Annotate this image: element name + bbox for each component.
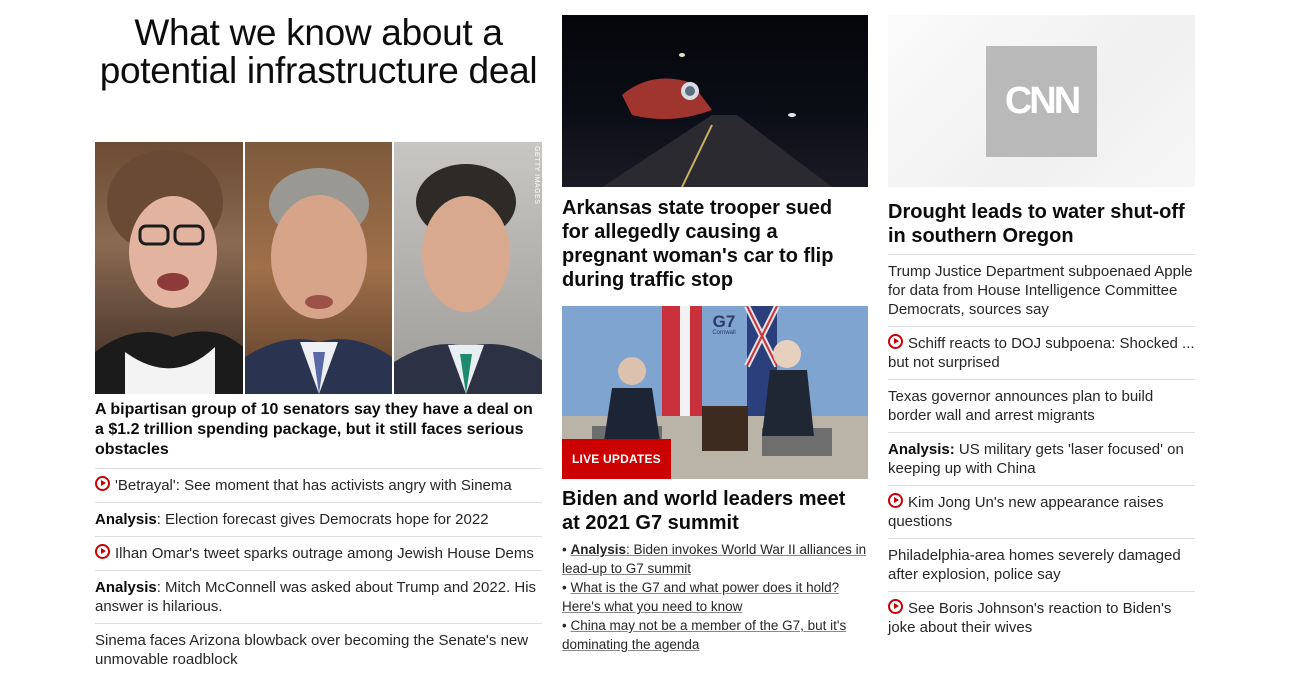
play-icon <box>95 476 110 491</box>
lead-column: What we know about a potential infrastru… <box>95 0 542 668</box>
list-item-text: Sinema faces Arizona blowback over becom… <box>95 632 529 668</box>
related-link[interactable]: China may not be a member of the G7, but… <box>562 618 846 652</box>
list-item-text: See Boris Johnson's reaction to Biden's … <box>888 600 1172 636</box>
analysis-label: Analysis: <box>888 441 955 458</box>
list-item[interactable]: Analysis: Election forecast gives Democr… <box>95 502 542 536</box>
list-item[interactable]: Analysis: Mitch McConnell was asked abou… <box>95 570 542 623</box>
g7-story-headline[interactable]: Biden and world leaders meet at 2021 G7 … <box>562 487 868 535</box>
senator-photo-middle <box>245 142 392 394</box>
g7-sign-sub: Cornwall <box>712 330 736 336</box>
g7-summit-photo[interactable]: G7 Cornwall LIVE UPDATES <box>562 306 868 479</box>
list-item-text: Texas governor announces plan to build b… <box>888 388 1154 424</box>
cnn-logo-text: CNN <box>1004 80 1081 122</box>
cnn-logo-icon: CNN <box>986 46 1097 157</box>
list-item[interactable]: Kim Jong Un's new appearance raises ques… <box>888 485 1195 538</box>
list-item[interactable]: • Analysis: Biden invokes World War II a… <box>562 540 868 578</box>
list-item[interactable]: Trump Justice Department subpoenaed Appl… <box>888 254 1195 326</box>
analysis-label: Analysis <box>95 579 157 596</box>
list-item-text: Ilhan Omar's tweet sparks outrage among … <box>115 545 534 562</box>
play-icon <box>888 599 903 614</box>
lead-headline[interactable]: What we know about a potential infrastru… <box>95 14 542 90</box>
list-item[interactable]: Schiff reacts to DOJ subpoena: Shocked .… <box>888 326 1195 379</box>
image-credit: GETTY IMAGES <box>533 146 540 205</box>
live-updates-badge[interactable]: LIVE UPDATES <box>562 439 671 479</box>
related-link[interactable]: Analysis: Biden invokes World War II all… <box>562 542 866 576</box>
list-item[interactable]: Ilhan Omar's tweet sparks outrage among … <box>95 536 542 570</box>
trooper-video-thumbnail[interactable] <box>562 15 868 187</box>
senator-photo-left <box>95 142 243 394</box>
lead-caption[interactable]: A bipartisan group of 10 senators say th… <box>95 400 542 460</box>
analysis-label: Analysis <box>95 511 157 528</box>
list-item-text: : Election forecast gives Democrats hope… <box>156 511 489 528</box>
trooper-story-headline[interactable]: Arkansas state trooper sued for allegedl… <box>562 196 862 292</box>
list-item-text: 'Betrayal': See moment that has activist… <box>115 477 512 494</box>
list-item[interactable]: Sinema faces Arizona blowback over becom… <box>95 623 542 676</box>
drought-story-headline[interactable]: Drought leads to water shut-off in south… <box>888 200 1188 248</box>
list-item[interactable]: 'Betrayal': See moment that has activist… <box>95 468 542 502</box>
list-item-text: Trump Justice Department subpoenaed Appl… <box>888 263 1193 318</box>
cnn-placeholder-image[interactable]: CNN <box>888 15 1195 187</box>
related-link[interactable]: What is the G7 and what power does it ho… <box>562 580 839 614</box>
right-related-list: Trump Justice Department subpoenaed Appl… <box>888 254 1195 644</box>
g7-related-list: • Analysis: Biden invokes World War II a… <box>562 540 868 654</box>
list-item-text: Kim Jong Un's new appearance raises ques… <box>888 494 1164 530</box>
analysis-label: Analysis <box>570 542 627 557</box>
list-item-text: Philadelphia-area homes severely damaged… <box>888 547 1181 583</box>
senators-photo[interactable]: GETTY IMAGES <box>95 142 542 394</box>
play-icon <box>95 544 110 559</box>
list-item[interactable]: • China may not be a member of the G7, b… <box>562 616 868 654</box>
list-item[interactable]: Philadelphia-area homes severely damaged… <box>888 538 1195 591</box>
g7-sign: G7 <box>712 312 736 331</box>
list-item-text: : Mitch McConnell was asked about Trump … <box>95 579 537 615</box>
senator-photo-right: GETTY IMAGES <box>394 142 542 394</box>
lead-related-list: 'Betrayal': See moment that has activist… <box>95 468 542 676</box>
play-icon <box>888 493 903 508</box>
list-item[interactable]: Analysis: US military gets 'laser focuse… <box>888 432 1195 485</box>
list-item-text: Schiff reacts to DOJ subpoena: Shocked .… <box>888 335 1195 371</box>
list-item[interactable]: Texas governor announces plan to build b… <box>888 379 1195 432</box>
list-item[interactable]: See Boris Johnson's reaction to Biden's … <box>888 591 1195 644</box>
list-item[interactable]: • What is the G7 and what power does it … <box>562 578 868 616</box>
play-icon <box>888 334 903 349</box>
